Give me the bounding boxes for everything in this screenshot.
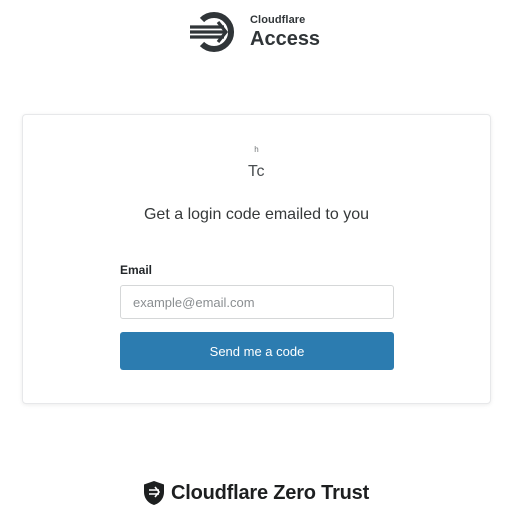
brand-wordmark: Cloudflare Access (250, 14, 321, 50)
card-heading: Get a login code emailed to you (143, 206, 370, 223)
login-page: Cloudflare Access h Tc Get a login code … (0, 0, 517, 510)
team-name: Tc (248, 163, 265, 180)
brand-large-text: Access (250, 28, 321, 50)
team-logo-placeholder: h (254, 145, 259, 154)
email-field[interactable] (120, 285, 394, 319)
email-label: Email (120, 263, 153, 277)
cloudflare-zero-trust-logo: Cloudflare Zero Trust (143, 480, 369, 506)
login-card: h Tc Get a login code emailed to you Ema… (22, 114, 491, 404)
brand-small-text: Cloudflare (250, 14, 306, 26)
shield-icon (143, 480, 165, 506)
cloudflare-access-icon (190, 12, 240, 52)
cloudflare-access-logo: Cloudflare Access (190, 12, 320, 52)
send-code-button[interactable]: Send me a code (120, 332, 394, 370)
footer-wordmark: Cloudflare Zero Trust (171, 481, 370, 504)
